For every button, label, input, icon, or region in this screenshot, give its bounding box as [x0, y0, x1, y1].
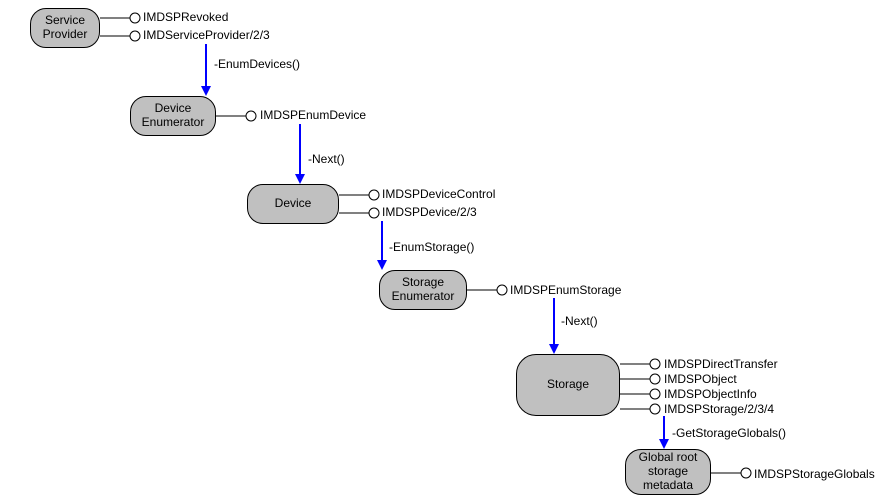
call-label-enumstorage: -EnumStorage() [389, 240, 474, 254]
lollipop-icon [620, 359, 660, 369]
diagram-canvas: Service Provider Device Enumerator Devic… [0, 0, 888, 504]
node-service-provider: Service Provider [30, 8, 100, 48]
lollipop-icon [100, 13, 140, 23]
lollipop-icon [620, 374, 660, 384]
call-label-next2: -Next() [561, 314, 598, 328]
node-label: Device Enumerator [142, 102, 205, 130]
lollipop-icon [339, 208, 379, 218]
iface-label-imdserviceprovider: IMDServiceProvider/2/3 [143, 28, 270, 42]
iface-label-imdsp-devicecontrol: IMDSPDeviceControl [382, 187, 495, 201]
lollipop-icon [620, 404, 660, 414]
iface-label-imdsp-revoked: IMDSPRevoked [143, 10, 228, 24]
arrow-icon [549, 298, 559, 354]
arrow-icon [377, 222, 387, 270]
arrow-icon [201, 44, 211, 96]
lollipop-icon [216, 111, 256, 121]
iface-label-imdsp-enumdevice: IMDSPEnumDevice [260, 108, 366, 122]
iface-label-imdsp-objectinfo: IMDSPObjectInfo [664, 387, 757, 401]
lollipop-icon [711, 468, 751, 478]
node-storage-enumerator: Storage Enumerator [379, 270, 467, 310]
iface-label-imdsp-object: IMDSPObject [664, 372, 737, 386]
node-device-enumerator: Device Enumerator [130, 96, 216, 136]
arrow-icon [295, 124, 305, 184]
lollipop-icon [620, 389, 660, 399]
iface-label-imdsp-storageglobals: IMDSPStorageGlobals [754, 467, 875, 481]
lollipop-icon [467, 285, 507, 295]
iface-label-imdsp-device: IMDSPDevice/2/3 [382, 205, 477, 219]
iface-label-imdsp-storage: IMDSPStorage/2/3/4 [664, 402, 774, 416]
arrow-icon [659, 416, 669, 449]
iface-label-imdsp-enumstorage: IMDSPEnumStorage [510, 283, 621, 297]
node-label: Storage Enumerator [392, 276, 455, 304]
node-storage: Storage [516, 354, 620, 416]
lollipop-icon [339, 190, 379, 200]
node-global-root: Global root storage metadata [625, 449, 711, 495]
lollipop-icon [100, 31, 140, 41]
node-label: Global root storage metadata [639, 451, 698, 492]
node-device: Device [247, 184, 339, 224]
node-label: Device [275, 197, 312, 211]
call-label-enumdevices: -EnumDevices() [214, 57, 300, 71]
node-label: Storage [547, 378, 589, 392]
call-label-getstorageglobals: -GetStorageGlobals() [672, 426, 786, 440]
iface-label-imdsp-directtransfer: IMDSPDirectTransfer [664, 357, 778, 371]
call-label-next1: -Next() [308, 152, 345, 166]
node-label: Service Provider [43, 14, 88, 42]
